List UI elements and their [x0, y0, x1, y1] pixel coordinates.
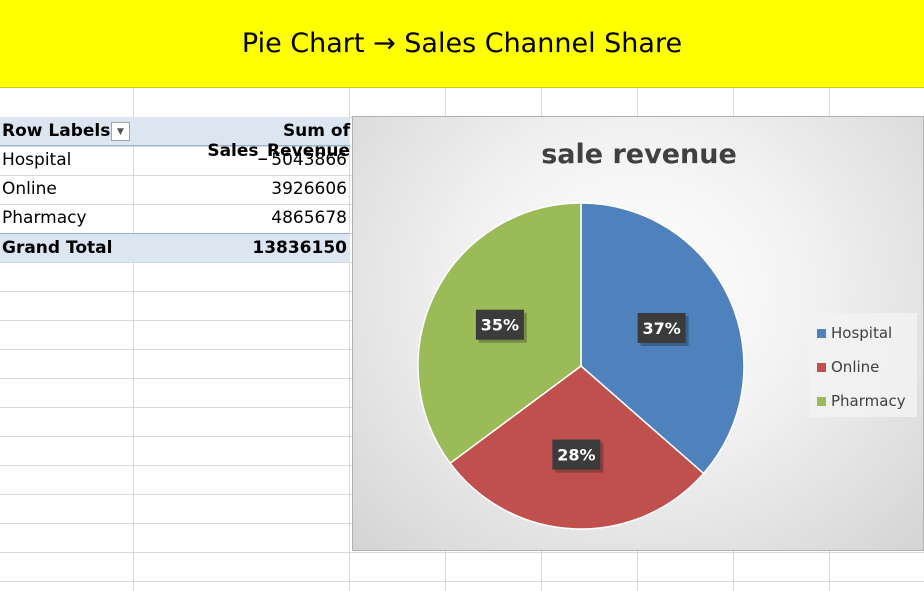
- chevron-down-icon: ▼: [117, 126, 124, 137]
- data-label: 28%: [552, 439, 604, 473]
- legend-label: Hospital: [831, 324, 893, 342]
- chart-legend[interactable]: Hospital Online Pharmacy: [809, 313, 917, 417]
- grand-total-value: 13836150: [252, 238, 347, 258]
- row-labels-header[interactable]: Row Labels: [2, 121, 110, 141]
- pivot-total-row[interactable]: Grand Total 13836150: [0, 233, 350, 262]
- legend-item: Hospital: [817, 323, 892, 343]
- legend-item: Online: [817, 357, 879, 377]
- pivot-row[interactable]: Online 3926606: [0, 175, 350, 204]
- data-label-text: 28%: [557, 446, 595, 465]
- data-label: 37%: [637, 312, 689, 346]
- banner-title: Pie Chart → Sales Channel Share: [241, 28, 683, 59]
- legend-item: Pharmacy: [817, 391, 906, 411]
- pivot-row-label: Pharmacy: [2, 208, 87, 228]
- legend-swatch: [817, 396, 826, 406]
- data-label: 35%: [475, 309, 527, 343]
- data-label-text: 37%: [643, 319, 681, 338]
- title-banner: Pie Chart → Sales Channel Share: [0, 0, 924, 88]
- pivot-row[interactable]: Hospital 5043866: [0, 146, 350, 175]
- pivot-row-label: Hospital: [2, 150, 72, 170]
- pivot-row[interactable]: Pharmacy 4865678: [0, 204, 350, 233]
- data-label-text: 35%: [481, 316, 519, 335]
- grand-total-label: Grand Total: [2, 238, 113, 258]
- legend-swatch: [817, 328, 826, 338]
- pie-chart[interactable]: sale revenue 37% 28% 35% Hospital Online P…: [352, 116, 924, 551]
- pivot-header-row: Row Labels ▼ Sum of Sales_Revenue: [0, 117, 350, 161]
- pivot-row-label: Online: [2, 179, 57, 199]
- row-labels-filter-button[interactable]: ▼: [111, 122, 130, 141]
- legend-label: Pharmacy: [831, 392, 906, 410]
- legend-swatch: [817, 362, 826, 372]
- pivot-row-value: 5043866: [271, 150, 347, 170]
- legend-label: Online: [831, 358, 880, 376]
- pivot-row-value: 3926606: [271, 179, 347, 199]
- pivot-row-value: 4865678: [271, 208, 347, 228]
